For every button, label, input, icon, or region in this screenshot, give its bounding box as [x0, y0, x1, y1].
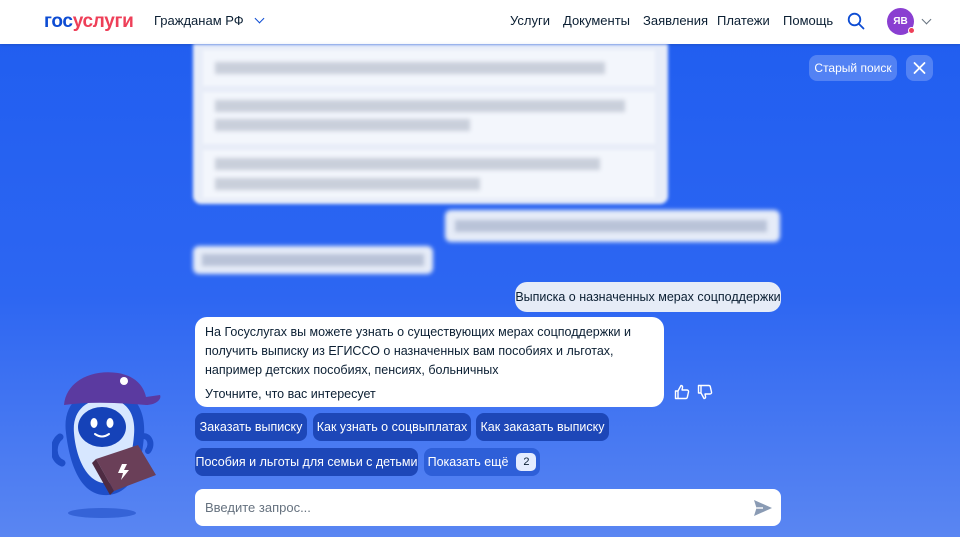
show-more-label: Показать ещё: [427, 455, 509, 469]
user-message-text: Выписка о назначенных мерах соцподдержки: [515, 290, 781, 304]
suggestion-chip[interactable]: Как заказать выписку: [476, 413, 609, 441]
thumbs-up-icon[interactable]: [674, 384, 690, 400]
bot-message-text: На Госуслугах вы можете узнать о существ…: [205, 325, 631, 377]
nav-services[interactable]: Услуги: [510, 13, 550, 28]
chevron-down-icon: [254, 13, 265, 24]
logo-part-gos: гос: [44, 11, 73, 32]
bot-question-text: Уточните, что вас интересует: [205, 387, 376, 401]
blurred-text: [215, 178, 480, 190]
notification-dot: [908, 27, 915, 34]
query-input[interactable]: [205, 489, 745, 526]
suggestion-chip[interactable]: Как узнать о соцвыплатах: [313, 413, 471, 441]
bot-message: На Госуслугах вы можете узнать о существ…: [195, 317, 664, 407]
thumbs-down-icon[interactable]: [697, 384, 713, 400]
show-more-count-badge: 2: [516, 453, 537, 471]
blurred-text: [215, 62, 605, 74]
nav-help[interactable]: Помощь: [783, 13, 833, 28]
close-icon: [913, 62, 926, 74]
avatar-initials: ЯВ: [893, 16, 908, 27]
nav-documents[interactable]: Документы: [563, 13, 630, 28]
close-button[interactable]: [906, 55, 933, 81]
region-selector[interactable]: Гражданам РФ: [154, 13, 265, 28]
old-search-button[interactable]: Старый поиск: [809, 55, 897, 81]
logo-part-uslugi: услуги: [72, 11, 134, 32]
blurred-text: [202, 254, 424, 266]
blurred-text: [215, 100, 625, 112]
robot-mascot-icon: [52, 372, 161, 518]
search-icon[interactable]: [847, 12, 865, 30]
blurred-text: [215, 158, 600, 170]
account-chevron-icon[interactable]: [921, 14, 932, 25]
user-message: Выписка о назначенных мерах соцподдержки: [515, 282, 781, 312]
blurred-text: [215, 119, 470, 131]
blurred-text: [455, 220, 767, 232]
nav-applications[interactable]: Заявления: [643, 13, 708, 28]
gosuslugi-logo[interactable]: госуслуги: [44, 11, 134, 33]
suggestion-chip[interactable]: Заказать выписку: [195, 413, 307, 441]
nav-payments[interactable]: Платежи: [717, 13, 770, 28]
query-input-box: [195, 489, 781, 526]
suggestion-chip[interactable]: Пособия и льготы для семьи с детьми: [195, 448, 418, 476]
user-avatar[interactable]: ЯВ: [887, 8, 915, 35]
top-header: госуслуги Гражданам РФ Услуги Документы …: [0, 0, 960, 44]
send-icon[interactable]: [753, 499, 773, 517]
show-more-button[interactable]: Показать ещё 2: [424, 448, 540, 476]
region-label: Гражданам РФ: [154, 13, 244, 28]
